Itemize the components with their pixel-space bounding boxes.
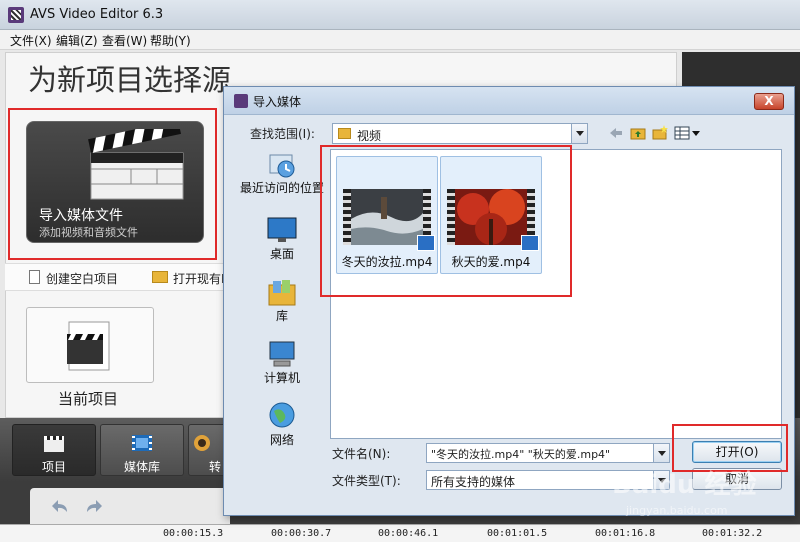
- create-blank-project-link[interactable]: 创建空白项目: [46, 270, 118, 287]
- menu-edit[interactable]: 编辑(Z): [56, 32, 98, 49]
- desktop-icon: [267, 217, 297, 242]
- place-desktop-label: 桌面: [269, 247, 294, 261]
- toolbar-media-library-label: 媒体库: [123, 460, 160, 474]
- watermark-main: Baidu 经验: [612, 470, 757, 500]
- watermark-sub: jingyan.baidu.com: [626, 504, 728, 517]
- ruler-tick: 00:00:15.3: [163, 528, 224, 539]
- blank-document-icon: [29, 270, 40, 284]
- file-name-combobox[interactable]: "冬天的汝拉.mp4" "秋天的爱.mp4": [426, 443, 670, 463]
- highlight-box-files: [320, 145, 572, 297]
- app-title: AVS Video Editor 6.3: [30, 7, 164, 22]
- avs-app-icon: [8, 7, 24, 23]
- menu-file[interactable]: 文件(X): [10, 32, 52, 49]
- current-project-card[interactable]: [26, 307, 154, 383]
- app-titlebar: AVS Video Editor 6.3: [0, 0, 800, 30]
- file-name-label: 文件名(N):: [332, 447, 391, 461]
- clapperboard-icon: [44, 436, 64, 452]
- start-heading: 为新项目选择源: [28, 63, 232, 97]
- file-type-value: 所有支持的媒体: [431, 475, 516, 489]
- open-existing-project-link[interactable]: 打开现有I: [173, 270, 225, 287]
- view-menu-icon[interactable]: [674, 125, 702, 141]
- dialog-close-button[interactable]: X: [754, 93, 784, 110]
- look-in-value: 视频: [357, 129, 382, 143]
- ruler-tick: 00:00:30.7: [271, 528, 332, 539]
- chevron-down-icon[interactable]: [653, 444, 669, 462]
- place-network[interactable]: 网络: [236, 401, 328, 461]
- places-bar: 最近访问的位置 桌面 库 计算机 网络: [236, 149, 328, 459]
- toolbar-transitions-button[interactable]: 转: [188, 424, 228, 476]
- film-icon: [132, 435, 152, 451]
- back-arrow-icon[interactable]: [608, 125, 624, 141]
- highlight-box-import: [8, 108, 217, 260]
- transition-icon: [194, 435, 210, 451]
- place-recent-label: 最近访问的位置: [239, 181, 324, 195]
- place-recent[interactable]: 最近访问的位置: [236, 149, 328, 209]
- place-desktop[interactable]: 桌面: [236, 215, 328, 275]
- undo-icon[interactable]: [48, 497, 70, 515]
- dialog-nav-toolbar: [608, 125, 708, 143]
- dialog-titlebar: 导入媒体 X: [224, 87, 794, 115]
- place-libraries[interactable]: 库: [236, 277, 328, 337]
- baidu-watermark: Baidu 经验 jingyan.baidu.com: [612, 464, 792, 534]
- redo-icon[interactable]: [84, 497, 106, 515]
- place-computer-label: 计算机: [263, 371, 300, 385]
- libraries-icon: [268, 280, 296, 306]
- current-project-label: 当前项目: [58, 390, 119, 408]
- dialog-title: 导入媒体: [253, 95, 302, 109]
- recent-places-icon: [269, 154, 295, 178]
- chevron-down-icon[interactable]: [571, 124, 587, 143]
- file-name-value: "冬天的汝拉.mp4" "秋天的爱.mp4": [431, 448, 611, 461]
- network-globe-icon: [269, 402, 295, 428]
- place-libraries-label: 库: [275, 309, 288, 323]
- menu-bar: 文件(X) 编辑(Z) 查看(W) 帮助(Y): [0, 30, 800, 50]
- ruler-tick: 00:01:01.5: [487, 528, 548, 539]
- toolbar-media-library-button[interactable]: 媒体库: [100, 424, 184, 476]
- place-network-label: 网络: [269, 433, 294, 447]
- toolbar-project-button[interactable]: 项目: [12, 424, 96, 476]
- folder-icon: [338, 128, 351, 139]
- look-in-label: 查找范围(I):: [250, 127, 315, 141]
- new-folder-icon[interactable]: [652, 125, 668, 141]
- menu-view[interactable]: 查看(W): [102, 32, 147, 49]
- toolbar-project-label: 项目: [41, 460, 66, 474]
- project-clapperboard-icon: [67, 321, 110, 371]
- place-computer[interactable]: 计算机: [236, 339, 328, 399]
- folder-icon: [152, 271, 168, 283]
- file-type-label: 文件类型(T):: [332, 474, 401, 488]
- ruler-tick: 00:00:46.1: [378, 528, 439, 539]
- look-in-dropdown[interactable]: 视频: [332, 123, 588, 144]
- menu-help[interactable]: 帮助(Y): [150, 32, 191, 49]
- up-folder-icon[interactable]: [630, 125, 646, 141]
- computer-icon: [269, 341, 295, 367]
- dialog-app-icon: [234, 94, 248, 108]
